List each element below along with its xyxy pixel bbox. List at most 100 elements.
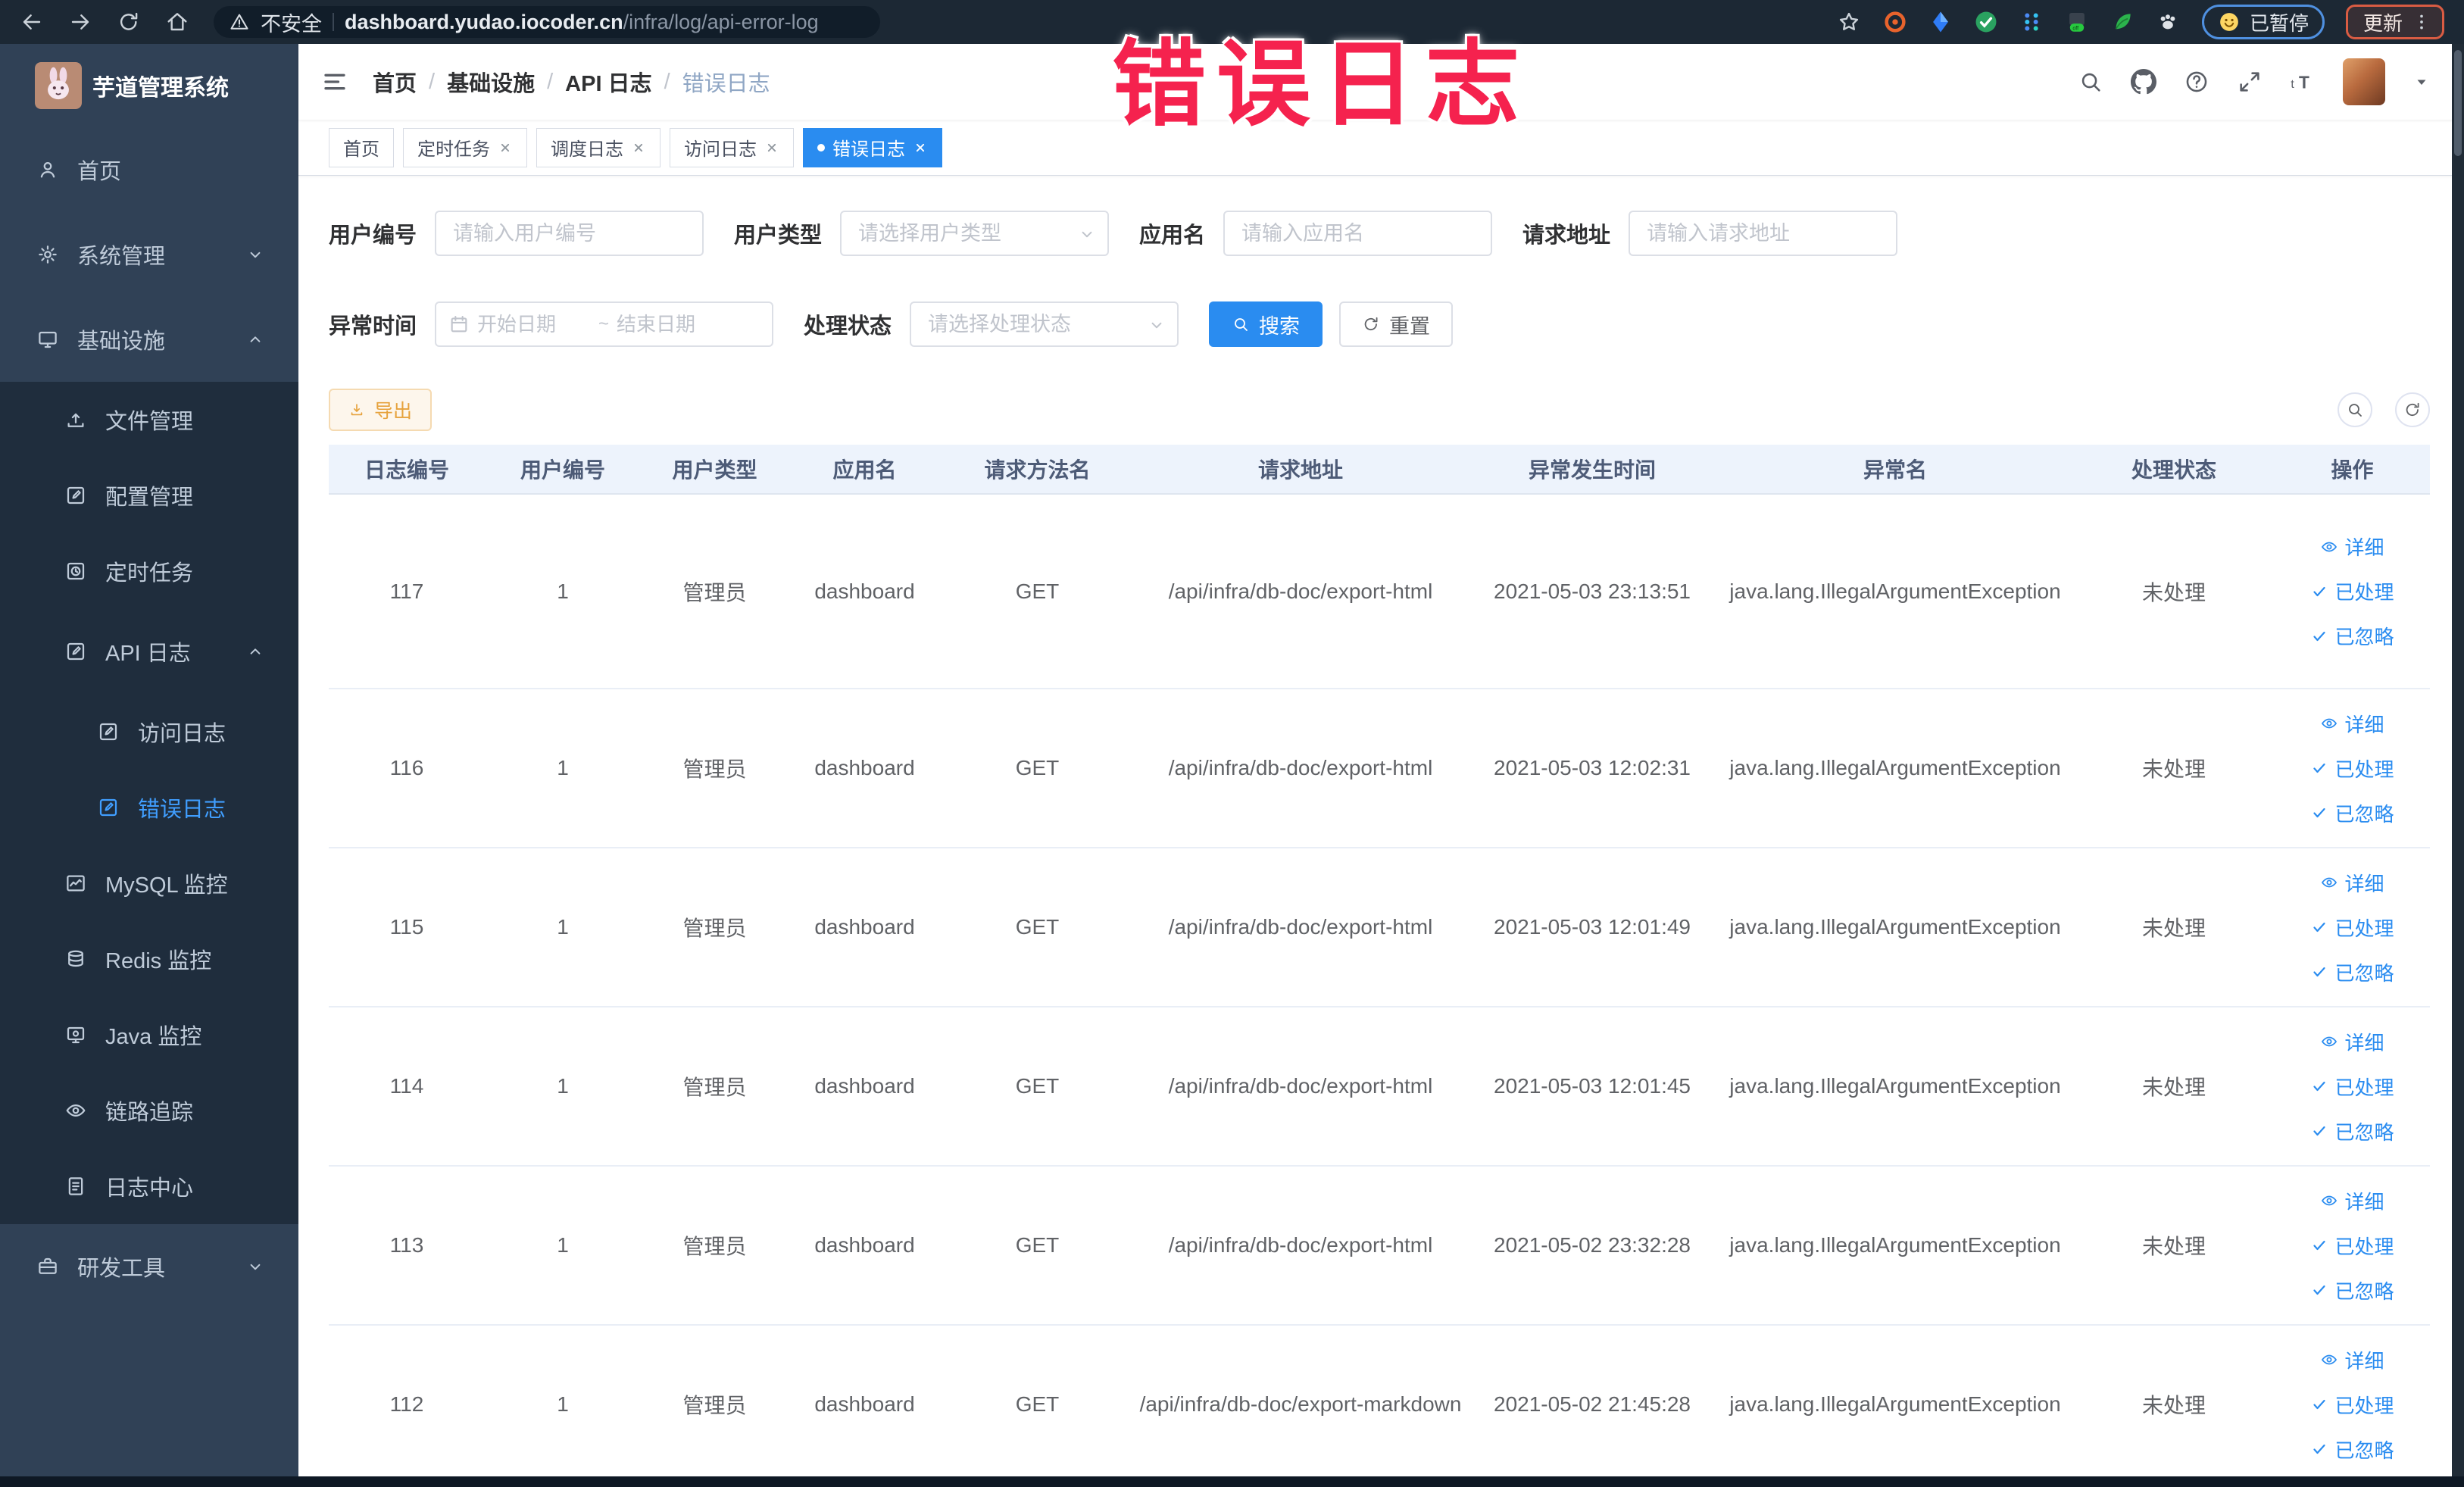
avatar-caret-down-icon[interactable] [2412, 73, 2431, 91]
action-已处理[interactable]: 已处理 [2310, 1232, 2394, 1260]
action-已处理[interactable]: 已处理 [2310, 577, 2394, 605]
close-icon[interactable] [498, 140, 513, 155]
action-已忽略[interactable]: 已忽略 [2310, 958, 2394, 986]
fullscreen-icon[interactable] [2237, 69, 2263, 95]
reset-button[interactable]: 重置 [1339, 301, 1454, 347]
sidebar-item-label: 基础设施 [77, 330, 166, 354]
security-label: 不安全 [261, 12, 322, 36]
user-type-select[interactable] [840, 211, 1110, 256]
extension-kite-icon[interactable] [1928, 9, 1953, 35]
start-date-input[interactable] [477, 312, 592, 336]
breadcrumb-item[interactable]: API 日志 [565, 66, 651, 98]
tab-tag-首页[interactable]: 首页 [329, 127, 394, 167]
tab-tag-调度日志[interactable]: 调度日志 [536, 127, 661, 167]
github-icon[interactable] [2131, 69, 2156, 95]
sidebar-item-访问日志[interactable]: 访问日志 [0, 694, 298, 770]
action-详细[interactable]: 详细 [2320, 1346, 2384, 1374]
cell-actions: 详细 已处理 已忽略 [2275, 1007, 2430, 1165]
action-详细[interactable]: 详细 [2320, 1187, 2384, 1215]
hamburger-icon[interactable] [321, 68, 348, 95]
address-bar[interactable]: 不安全 dashboard.yudao.iocoder.cn/infra/log… [214, 6, 880, 38]
extension-leaf-icon[interactable] [2110, 9, 2135, 35]
breadcrumb-item[interactable]: 首页 [373, 66, 417, 98]
font-size-icon[interactable]: tT [2290, 69, 2316, 95]
sidebar-item-API 日志[interactable]: API 日志 [0, 609, 298, 694]
close-icon[interactable] [631, 140, 646, 155]
translate-extension-pill[interactable]: 已暂停 [2201, 5, 2325, 39]
browser-menu-icon[interactable] [2412, 12, 2431, 32]
user-avatar[interactable] [2343, 58, 2385, 105]
extension-target-icon[interactable] [1882, 9, 1908, 35]
help-icon[interactable] [2184, 69, 2209, 95]
translate-status-label: 已暂停 [2249, 11, 2309, 35]
scrollbar-thumb[interactable] [2454, 50, 2462, 156]
breadcrumb-item[interactable]: 基础设施 [447, 66, 535, 98]
end-date-input[interactable] [617, 312, 731, 336]
app-name-input[interactable] [1223, 211, 1493, 256]
browser-home-icon[interactable] [165, 10, 189, 34]
tab-tag-错误日志[interactable]: 错误日志 [803, 127, 942, 167]
sidebar-item-Java 监控[interactable]: Java 监控 [0, 997, 298, 1073]
sidebar-item-首页[interactable]: 首页 [0, 127, 298, 212]
extension-paw-icon[interactable] [2155, 9, 2181, 35]
chevron-down-icon [245, 1257, 265, 1276]
extension-grid-icon[interactable] [2019, 9, 2044, 35]
action-详细[interactable]: 详细 [2320, 533, 2384, 561]
table-row: 113 1 管理员 dashboard GET/api/infra/db-doc/exp… [329, 1167, 2430, 1326]
sidebar-item-日志中心[interactable]: 日志中心 [0, 1148, 298, 1224]
filter-label: 请求地址 [1522, 223, 1611, 248]
column-header: 日志编号 [364, 458, 449, 482]
extension-green-check-icon[interactable] [1973, 9, 1999, 35]
browser-back-icon[interactable] [20, 10, 44, 34]
extension-off-badge-icon[interactable]: off [2064, 9, 2090, 35]
export-button[interactable]: 导出 [329, 389, 433, 431]
action-详细[interactable]: 详细 [2320, 869, 2384, 897]
sidebar-logo-row[interactable]: 芋道管理系统 [0, 44, 298, 127]
refresh-table-button[interactable] [2395, 392, 2430, 427]
action-已忽略[interactable]: 已忽略 [2310, 1276, 2394, 1304]
cell-time: 2021-05-03 12:01:45 [1494, 1074, 1691, 1098]
check [2310, 804, 2328, 822]
browser-update-button[interactable]: 更新 [2345, 5, 2444, 39]
browser-forward-icon[interactable] [68, 10, 92, 34]
sidebar-item-链路追踪[interactable]: 链路追踪 [0, 1073, 298, 1148]
request-url-input[interactable] [1629, 211, 1898, 256]
search-button[interactable]: 搜索 [1209, 301, 1323, 347]
action-详细[interactable]: 详细 [2320, 710, 2384, 738]
sidebar-item-系统管理[interactable]: 系统管理 [0, 212, 298, 297]
page-scrollbar[interactable] [2452, 44, 2464, 1476]
cell-id: 116 [389, 756, 424, 779]
sidebar-item-配置管理[interactable]: 配置管理 [0, 458, 298, 533]
action-已忽略[interactable]: 已忽略 [2310, 1117, 2394, 1145]
header-search-icon[interactable] [2078, 69, 2103, 95]
tag-label: 定时任务 [417, 139, 490, 160]
sidebar-item-定时任务[interactable]: 定时任务 [0, 533, 298, 609]
action-已处理[interactable]: 已处理 [2310, 1073, 2394, 1101]
user-id-input[interactable] [435, 211, 704, 256]
close-icon[interactable] [913, 140, 928, 155]
sidebar-item-label: 定时任务 [105, 561, 194, 586]
browser-reload-icon[interactable] [117, 10, 141, 34]
tab-tag-访问日志[interactable]: 访问日志 [670, 127, 794, 167]
toggle-search-button[interactable] [2338, 392, 2372, 427]
main-area: 首页 / 基础设施 / API 日志 / 错误日志 tT 首页 定时任务 调度日志 访问日志 错误日… [298, 44, 2464, 1487]
sidebar-item-基础设施[interactable]: 基础设施 [0, 297, 298, 382]
process-status-select[interactable] [910, 301, 1179, 347]
action-已忽略[interactable]: 已忽略 [2310, 622, 2394, 650]
close-icon[interactable] [764, 140, 779, 155]
sidebar-item-MySQL 监控[interactable]: MySQL 监控 [0, 845, 298, 921]
action-已处理[interactable]: 已处理 [2310, 914, 2394, 942]
action-已处理[interactable]: 已处理 [2310, 754, 2394, 783]
action-已忽略[interactable]: 已忽略 [2310, 1435, 2394, 1464]
sidebar-item-文件管理[interactable]: 文件管理 [0, 382, 298, 458]
action-已忽略[interactable]: 已忽略 [2310, 799, 2394, 827]
sidebar-item-label: 研发工具 [77, 1257, 166, 1281]
action-已处理[interactable]: 已处理 [2310, 1391, 2394, 1419]
action-详细[interactable]: 详细 [2320, 1028, 2384, 1056]
sidebar-item-Redis 监控[interactable]: Redis 监控 [0, 921, 298, 997]
sidebar-item-错误日志[interactable]: 错误日志 [0, 770, 298, 845]
sidebar-item-研发工具[interactable]: 研发工具 [0, 1224, 298, 1309]
tab-tag-定时任务[interactable]: 定时任务 [403, 127, 527, 167]
bookmark-star-icon[interactable] [1837, 10, 1861, 34]
date-range-picker[interactable]: ~ [435, 301, 774, 347]
